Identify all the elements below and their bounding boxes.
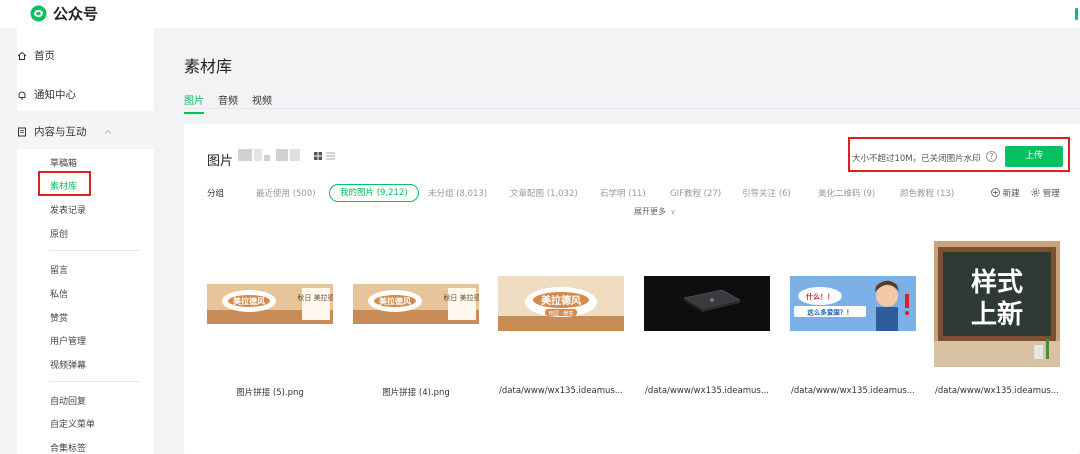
tab-images[interactable]: 图片 bbox=[184, 92, 204, 114]
sidebar-item-label: 内容与互动 bbox=[34, 126, 87, 138]
thumbnail-caption: 秋日 美拉德 bbox=[443, 293, 479, 302]
blurred-text bbox=[238, 149, 252, 161]
bell-icon bbox=[18, 91, 26, 99]
tab-video[interactable]: 视频 bbox=[252, 92, 272, 114]
sidebar-item-label: 首页 bbox=[34, 50, 55, 62]
blurred-text bbox=[290, 149, 300, 161]
topbar-indicator bbox=[1075, 8, 1078, 20]
image-thumbnail[interactable]: 美拉德风 田园 · 暖意 bbox=[498, 276, 624, 331]
page-title: 素材库 bbox=[184, 57, 233, 76]
library-heading: 图片 bbox=[207, 154, 234, 169]
sidebar-item-comments[interactable]: 留言 bbox=[50, 263, 68, 276]
blurred-text bbox=[276, 149, 288, 161]
group-filter-bar: 分组 最近使用 (500) 我的图片 (9,212) 未分组 (8,013) 文… bbox=[207, 184, 1067, 202]
sidebar-item-tags[interactable]: 合集标签 bbox=[50, 441, 86, 454]
sidebar-item-autoreply[interactable]: 自动回复 bbox=[50, 394, 86, 407]
media-tabs: 图片 音频 视频 bbox=[184, 92, 272, 114]
sidebar-item-users[interactable]: 用户管理 bbox=[50, 334, 86, 347]
image-filename: /data/www/wx135.ideamus... bbox=[791, 386, 915, 396]
sidebar-item-notify[interactable]: 通知中心 bbox=[17, 87, 76, 102]
chevron-up-icon bbox=[104, 129, 111, 134]
highlight-box-library bbox=[38, 171, 91, 196]
document-icon bbox=[18, 127, 26, 136]
list-view-icon[interactable] bbox=[326, 152, 335, 160]
new-group-button[interactable]: 新建 bbox=[991, 186, 1020, 202]
view-toggle bbox=[314, 152, 335, 160]
sidebar-item-label: 通知中心 bbox=[34, 89, 76, 101]
thumbnail-caption: 上新 bbox=[971, 299, 1023, 330]
sidebar-item-drafts[interactable]: 草稿箱 bbox=[50, 156, 77, 169]
group-my-images[interactable]: 我的图片 (9,212) bbox=[329, 184, 419, 202]
image-filename: /data/www/wx135.ideamus... bbox=[935, 386, 1059, 396]
sidebar-divider bbox=[50, 250, 140, 251]
blurred-text bbox=[264, 155, 270, 161]
image-filename: /data/www/wx135.ideamus... bbox=[645, 386, 769, 396]
blurred-text bbox=[254, 149, 262, 161]
sidebar-item-original[interactable]: 原创 bbox=[50, 227, 68, 240]
group-shi[interactable]: 石学明 (11) bbox=[600, 186, 646, 202]
sidebar-item-content[interactable]: 内容与互动 bbox=[17, 124, 112, 139]
tab-audio[interactable]: 音频 bbox=[218, 92, 238, 114]
manage-button[interactable]: 管理 bbox=[1031, 186, 1060, 202]
image-filename: 图片拼接 (5).png bbox=[236, 388, 304, 398]
home-icon bbox=[17, 51, 27, 60]
thumbnail-caption: 美拉德风 bbox=[379, 296, 411, 306]
app-logo[interactable]: 公众号 bbox=[30, 3, 98, 24]
help-icon[interactable]: ? bbox=[986, 151, 997, 162]
tabs-divider bbox=[184, 108, 1080, 109]
thumbnail-caption: 什么！！ bbox=[806, 292, 834, 301]
top-bar: 公众号 bbox=[0, 0, 1080, 28]
thumbnail-caption: 秋日 美拉德 bbox=[297, 293, 333, 302]
group-ungrouped[interactable]: 未分组 (8,013) bbox=[428, 186, 487, 202]
groups-label: 分组 bbox=[207, 189, 225, 199]
expand-more-link[interactable]: 展开更多 ∨ bbox=[634, 206, 676, 217]
grid-view-icon[interactable] bbox=[314, 152, 322, 160]
image-thumbnail[interactable] bbox=[644, 276, 770, 331]
manage-label: 管理 bbox=[1042, 189, 1060, 199]
plus-circle-icon bbox=[991, 188, 1000, 197]
sidebar-item-menu[interactable]: 自定义菜单 bbox=[50, 417, 95, 430]
group-follow[interactable]: 引导关注 (6) bbox=[742, 186, 791, 202]
sidebar-item-messages[interactable]: 私信 bbox=[50, 287, 68, 300]
group-color[interactable]: 颜色教程 (13) bbox=[900, 186, 954, 202]
group-gif[interactable]: GIF教程 (27) bbox=[670, 186, 721, 202]
group-qrcode[interactable]: 美化二维码 (9) bbox=[818, 186, 875, 202]
expand-label: 展开更多 bbox=[634, 207, 666, 216]
group-recent[interactable]: 最近使用 (500) bbox=[256, 186, 316, 202]
image-filename: /data/www/wx135.ideamus... bbox=[499, 386, 623, 396]
thumbnail-caption: 这么多爱国？！ bbox=[807, 308, 853, 317]
sidebar-item-rewards[interactable]: 赞赏 bbox=[50, 311, 68, 324]
sidebar-item-published[interactable]: 发表记录 bbox=[50, 203, 86, 216]
sidebar-divider bbox=[50, 381, 140, 382]
image-thumbnail[interactable]: 什么！！ 这么多爱国？！ bbox=[790, 276, 916, 331]
image-filename: 图片拼接 (4).png bbox=[382, 388, 450, 398]
wechat-mp-logo-icon bbox=[30, 5, 47, 22]
chevron-down-icon: ∨ bbox=[670, 208, 676, 216]
image-thumbnail[interactable]: 美拉德风 秋日 美拉德 bbox=[353, 284, 479, 324]
new-group-label: 新建 bbox=[1002, 189, 1020, 199]
thumbnail-caption: 美拉德风 bbox=[541, 294, 581, 307]
upload-button[interactable]: 上传 bbox=[1005, 146, 1063, 167]
thumbnail-caption: 样式 bbox=[971, 267, 1023, 298]
gear-icon bbox=[1031, 188, 1040, 197]
library-card: 图片 大小不超过10M，已关闭图片水印 ? 上传 分组 最近使用 (500) 我… bbox=[184, 124, 1080, 454]
image-thumbnail[interactable]: 样式 上新 bbox=[934, 241, 1060, 367]
app-title: 公众号 bbox=[53, 5, 99, 23]
image-thumbnail[interactable]: 美拉德风 秋日 美拉德 bbox=[207, 284, 333, 324]
thumbnail-caption: 田园 · 暖意 bbox=[549, 310, 574, 317]
thumbnail-caption: 美拉德风 bbox=[233, 296, 265, 306]
upload-hint: 大小不超过10M，已关闭图片水印 bbox=[852, 154, 981, 164]
sidebar-item-danmaku[interactable]: 视频弹幕 bbox=[50, 358, 86, 371]
group-article-images[interactable]: 文章配图 (1,032) bbox=[510, 186, 578, 202]
sidebar-item-home[interactable]: 首页 bbox=[17, 48, 55, 63]
